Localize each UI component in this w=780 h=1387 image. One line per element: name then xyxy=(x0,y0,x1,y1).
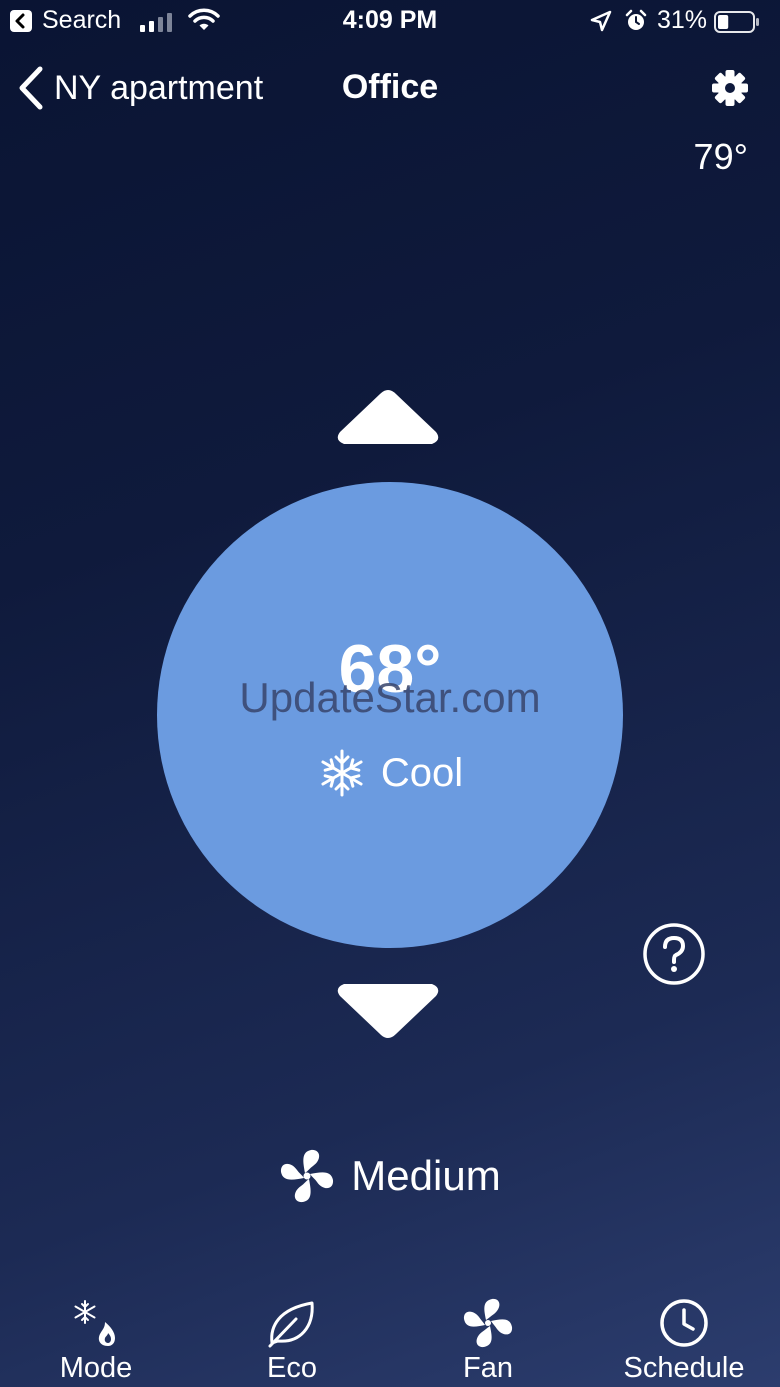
gear-icon[interactable] xyxy=(710,68,750,108)
tab-bar: Mode Eco Fan Schedule xyxy=(0,1290,780,1387)
back-label: NY apartment xyxy=(54,68,264,107)
leaf-icon xyxy=(268,1301,314,1348)
page-title: Office xyxy=(341,68,439,106)
chevron-left-icon xyxy=(19,66,43,110)
location-icon xyxy=(590,10,612,32)
tab-schedule[interactable]: Schedule xyxy=(604,1290,764,1387)
tab-fan[interactable]: Fan xyxy=(408,1290,568,1387)
fan-speed-indicator[interactable]: Medium xyxy=(0,1148,780,1204)
thermostat-dial: 68° UpdateStar.com Cool xyxy=(157,482,623,948)
snowflake-flame-icon xyxy=(74,1300,115,1346)
question-icon[interactable] xyxy=(642,922,706,986)
back-button[interactable]: NY apartment xyxy=(18,64,263,112)
status-bar: Search 4:09 PM 31% xyxy=(0,0,780,44)
alarm-icon xyxy=(625,9,647,30)
battery-icon xyxy=(714,11,759,33)
fan-icon xyxy=(281,1149,334,1203)
tab-eco-label: Eco xyxy=(267,1352,317,1384)
clock-icon xyxy=(660,1299,708,1347)
tab-mode[interactable]: Mode xyxy=(16,1290,176,1387)
battery-percent: 31% xyxy=(657,6,708,34)
tab-schedule-label: Schedule xyxy=(623,1352,745,1384)
mode-indicator: Cool xyxy=(157,748,623,798)
mode-label: Cool xyxy=(380,750,464,795)
temperature-down-button[interactable] xyxy=(334,980,442,1042)
temperature-up-button[interactable] xyxy=(334,386,442,448)
watermark: UpdateStar.com xyxy=(239,674,541,721)
tab-eco[interactable]: Eco xyxy=(212,1290,372,1387)
outdoor-temperature: 79° xyxy=(693,136,748,177)
fan-icon xyxy=(463,1298,513,1348)
snowflake-icon xyxy=(321,749,363,797)
tab-mode-label: Mode xyxy=(59,1352,133,1384)
fan-speed-label: Medium xyxy=(351,1152,501,1199)
tab-fan-label: Fan xyxy=(463,1352,513,1384)
